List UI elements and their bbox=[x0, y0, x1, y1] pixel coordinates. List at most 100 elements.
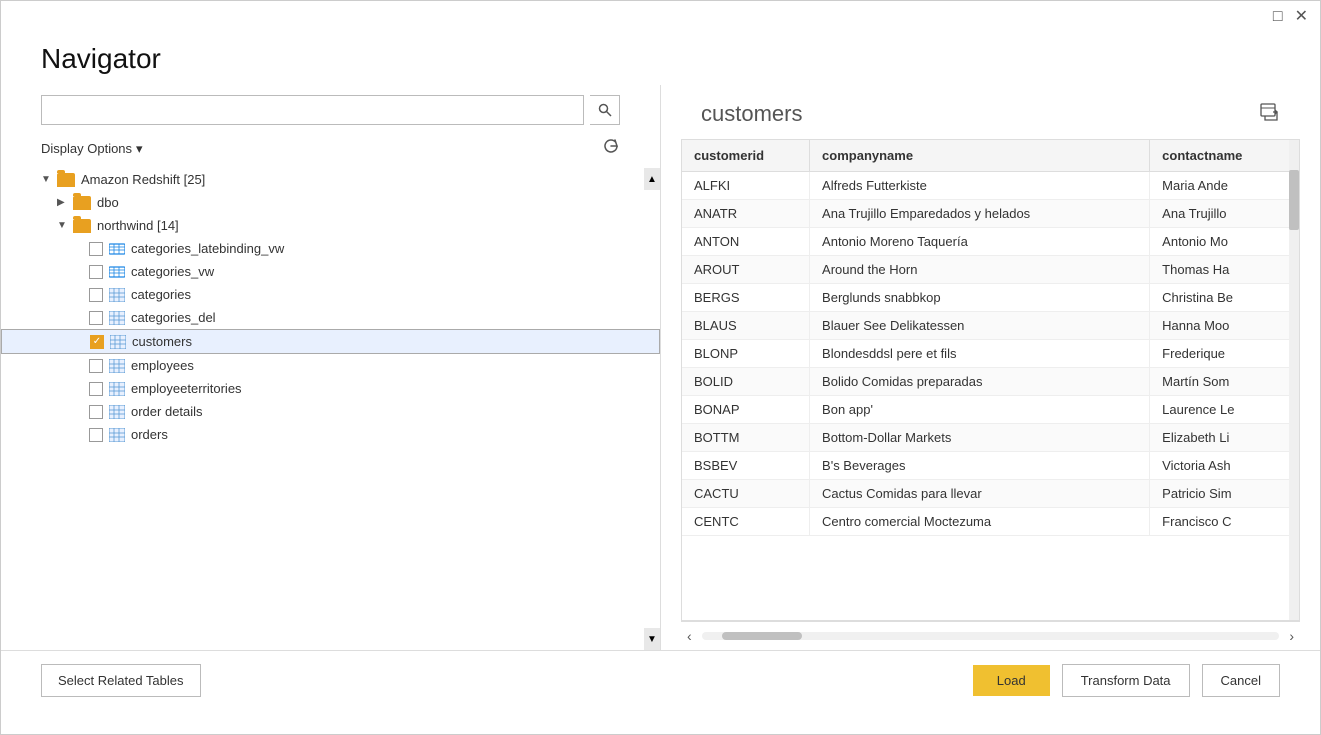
data-table-scroll[interactable]: customerid companyname contactname ALFKI… bbox=[682, 140, 1299, 620]
tree-item-dbo[interactable]: ▶ dbo bbox=[1, 191, 660, 214]
table-cell: Bottom-Dollar Markets bbox=[810, 424, 1150, 452]
table-cell: Blauer See Delikatessen bbox=[810, 312, 1150, 340]
refresh-icon bbox=[602, 137, 620, 155]
view-icon bbox=[109, 242, 125, 256]
table-cell: Around the Horn bbox=[810, 256, 1150, 284]
table-cell: Frederique bbox=[1150, 340, 1299, 368]
table-cell: AROUT bbox=[682, 256, 810, 284]
select-related-tables-button[interactable]: Select Related Tables bbox=[41, 664, 201, 697]
scroll-left-button[interactable]: ‹ bbox=[681, 626, 698, 646]
checkbox[interactable] bbox=[89, 382, 103, 396]
load-button[interactable]: Load bbox=[973, 665, 1050, 696]
tree-label: categories_latebinding_vw bbox=[131, 241, 284, 256]
tree-label: categories_vw bbox=[131, 264, 214, 279]
search-icon bbox=[598, 103, 612, 117]
tree-item-orders[interactable]: orders bbox=[1, 423, 660, 446]
right-panel: customers customerid companyname bbox=[661, 85, 1320, 650]
tree-item-categories-latebinding-vw[interactable]: categories_latebinding_vw bbox=[1, 237, 660, 260]
search-input[interactable] bbox=[41, 95, 584, 125]
expand-arrow: ▶ bbox=[57, 197, 71, 208]
col-header-customerid: customerid bbox=[682, 140, 810, 172]
tree-item-employees[interactable]: employees bbox=[1, 354, 660, 377]
table-icon bbox=[109, 428, 125, 442]
table-cell: Antonio Mo bbox=[1150, 228, 1299, 256]
data-table-container: customerid companyname contactname ALFKI… bbox=[681, 139, 1300, 621]
left-panel: Display Options ▾ ▼ Amazon Redshift [25]… bbox=[1, 85, 661, 650]
table-cell: Thomas Ha bbox=[1150, 256, 1299, 284]
table-row: ANTONAntonio Moreno TaqueríaAntonio Mo bbox=[682, 228, 1299, 256]
options-row: Display Options ▾ bbox=[1, 133, 660, 168]
horiz-scroll-track[interactable] bbox=[702, 632, 1280, 640]
checkbox[interactable] bbox=[89, 288, 103, 302]
table-cell: Bon app' bbox=[810, 396, 1150, 424]
tree-item-amazon-redshift[interactable]: ▼ Amazon Redshift [25] bbox=[1, 168, 660, 191]
cancel-button[interactable]: Cancel bbox=[1202, 664, 1280, 697]
search-button[interactable] bbox=[590, 95, 620, 125]
preview-title: customers bbox=[701, 101, 802, 127]
checkbox[interactable]: ✓ bbox=[90, 335, 104, 349]
table-cell: BLAUS bbox=[682, 312, 810, 340]
tree-label: categories bbox=[131, 287, 191, 302]
tree-label: employees bbox=[131, 358, 194, 373]
checkbox[interactable] bbox=[89, 242, 103, 256]
table-row: BOTTMBottom-Dollar MarketsElizabeth Li bbox=[682, 424, 1299, 452]
minimize-button[interactable]: □ bbox=[1273, 9, 1283, 25]
table-cell: Victoria Ash bbox=[1150, 452, 1299, 480]
table-cell: ALFKI bbox=[682, 172, 810, 200]
tree-item-categories-del[interactable]: categories_del bbox=[1, 306, 660, 329]
table-cell: Maria Ande bbox=[1150, 172, 1299, 200]
checkbox[interactable] bbox=[89, 265, 103, 279]
checkbox[interactable] bbox=[89, 359, 103, 373]
tree-label: orders bbox=[131, 427, 168, 442]
checkbox[interactable] bbox=[89, 311, 103, 325]
preview-refresh-button[interactable] bbox=[1260, 103, 1280, 126]
scroll-down-button[interactable]: ▼ bbox=[644, 628, 660, 650]
table-row: AROUTAround the HornThomas Ha bbox=[682, 256, 1299, 284]
table-icon bbox=[109, 382, 125, 396]
tree-item-employeeterritories[interactable]: employeeterritories bbox=[1, 377, 660, 400]
right-scrollbar-thumb bbox=[1289, 170, 1299, 230]
refresh-button[interactable] bbox=[602, 137, 620, 160]
scroll-up-button[interactable]: ▲ bbox=[644, 168, 660, 190]
preview-refresh-icon bbox=[1260, 103, 1280, 121]
tree-item-categories-vw[interactable]: categories_vw bbox=[1, 260, 660, 283]
table-cell: Blondesddsl pere et fils bbox=[810, 340, 1150, 368]
table-row: CENTCCentro comercial MoctezumaFrancisco… bbox=[682, 508, 1299, 536]
view-icon bbox=[109, 265, 125, 279]
table-row: BLAUSBlauer See DelikatessenHanna Moo bbox=[682, 312, 1299, 340]
table-row: ANATRAna Trujillo Emparedados y heladosA… bbox=[682, 200, 1299, 228]
search-bar-row bbox=[1, 85, 660, 133]
tree-label: Amazon Redshift [25] bbox=[81, 172, 205, 187]
table-cell: Antonio Moreno Taquería bbox=[810, 228, 1150, 256]
tree-item-customers[interactable]: ✓ customers bbox=[1, 329, 660, 354]
tree-label: customers bbox=[132, 334, 192, 349]
close-button[interactable]: ✕ bbox=[1295, 9, 1308, 25]
table-row: CACTUCactus Comidas para llevarPatricio … bbox=[682, 480, 1299, 508]
table-icon bbox=[109, 405, 125, 419]
folder-icon bbox=[73, 219, 91, 233]
display-options-label: Display Options bbox=[41, 141, 132, 156]
table-icon bbox=[109, 288, 125, 302]
table-cell: Ana Trujillo Emparedados y helados bbox=[810, 200, 1150, 228]
tree-scroll[interactable]: ▼ Amazon Redshift [25] ▶ dbo ▼ northwind… bbox=[1, 168, 660, 650]
tree-item-order-details[interactable]: order details bbox=[1, 400, 660, 423]
checkbox[interactable] bbox=[89, 428, 103, 442]
display-options-button[interactable]: Display Options ▾ bbox=[41, 141, 143, 157]
table-row: ALFKIAlfreds FutterkisteMaria Ande bbox=[682, 172, 1299, 200]
table-cell: Christina Be bbox=[1150, 284, 1299, 312]
content-area: Display Options ▾ ▼ Amazon Redshift [25]… bbox=[1, 85, 1320, 650]
preview-header: customers bbox=[681, 85, 1300, 139]
table-cell: ANTON bbox=[682, 228, 810, 256]
table-row: BSBEVB's BeveragesVictoria Ash bbox=[682, 452, 1299, 480]
tree-item-northwind[interactable]: ▼ northwind [14] bbox=[1, 214, 660, 237]
tree-item-categories[interactable]: categories bbox=[1, 283, 660, 306]
folder-icon bbox=[57, 173, 75, 187]
table-cell: Laurence Le bbox=[1150, 396, 1299, 424]
table-cell: Patricio Sim bbox=[1150, 480, 1299, 508]
scroll-right-button[interactable]: › bbox=[1283, 626, 1300, 646]
right-scrollbar-track bbox=[1289, 140, 1299, 620]
table-cell: BLONP bbox=[682, 340, 810, 368]
transform-data-button[interactable]: Transform Data bbox=[1062, 664, 1190, 697]
checkbox[interactable] bbox=[89, 405, 103, 419]
horiz-scroll-row: ‹ › bbox=[681, 621, 1300, 650]
